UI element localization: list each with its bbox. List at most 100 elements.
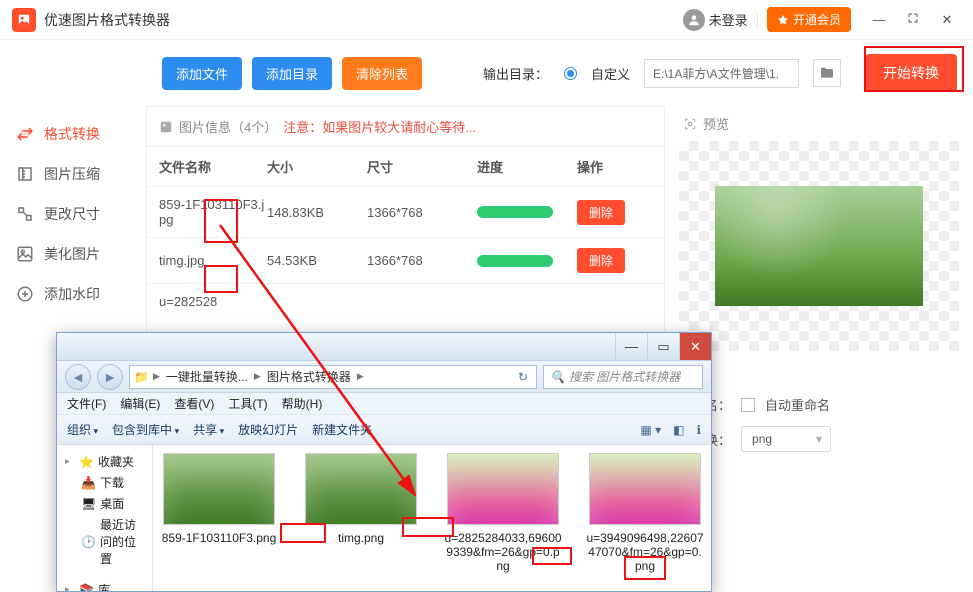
folder-tree: ▸⭐ 收藏夹 📥 下载 🖥 桌面 🕑 最近访问的位置 ▸📚 库	[57, 445, 153, 591]
slideshow-button[interactable]: 放映幻灯片	[238, 421, 298, 438]
settings-title: 设置	[679, 363, 959, 383]
file-label: u=3949096498,2260747070&fm=26&gp=0.png	[585, 531, 705, 573]
panel-info-count: 图片信息（4个）	[179, 117, 277, 136]
beautify-icon	[16, 245, 34, 263]
file-size: 148.83KB	[267, 205, 367, 220]
output-custom-radio[interactable]	[564, 67, 577, 80]
table-header: 文件名称 大小 尺寸 进度 操作	[147, 147, 664, 186]
clear-list-button[interactable]: 清除列表	[342, 57, 422, 90]
sidebar-item-beautify[interactable]: 美化图片	[0, 234, 146, 274]
rename-row: 件命名： 自动重命名	[679, 395, 959, 414]
address-bar[interactable]: 📁 ▶ 一键批量转换... ▶ 图片格式转换器 ▶ ↻	[129, 365, 537, 389]
file-thumbnail	[447, 453, 559, 525]
menu-tools[interactable]: 工具(T)	[228, 395, 267, 412]
organize-button[interactable]: 组织	[67, 421, 98, 438]
format-row: 式转换： png	[679, 426, 959, 452]
progress-cell	[477, 255, 577, 267]
back-button[interactable]: ◄	[65, 364, 91, 390]
menu-help[interactable]: 帮助(H)	[282, 395, 323, 412]
tree-favorites[interactable]: ▸⭐ 收藏夹	[65, 451, 144, 472]
file-item[interactable]: u=3949096498,2260747070&fm=26&gp=0.png	[585, 453, 705, 573]
file-item[interactable]: 859-1F103110F3.png	[159, 453, 279, 545]
menu-file[interactable]: 文件(F)	[67, 395, 106, 412]
auto-rename-label: 自动重命名	[765, 395, 830, 414]
file-label: u=2825284033,696009339&fm=26&gp=0.png	[443, 531, 563, 573]
vip-button[interactable]: 开通会员	[767, 7, 851, 32]
preview-body	[679, 141, 959, 351]
toolbar: 添加文件 添加目录 清除列表 输出目录： 自定义 E:\1A菲方\A文件管理\1…	[0, 40, 973, 106]
preview-pane-button[interactable]: ◧	[673, 423, 684, 437]
menu-view[interactable]: 查看(V)	[174, 395, 214, 412]
help-button[interactable]: ℹ	[696, 423, 701, 437]
sidebar-item-format[interactable]: 格式转换	[0, 114, 146, 154]
explorer-minimize-button[interactable]: —	[615, 333, 647, 360]
titlebar: 优速图片格式转换器 未登录 | 开通会员 — ✕	[0, 0, 973, 40]
separator: |	[756, 12, 759, 27]
explorer-body: ▸⭐ 收藏夹 📥 下载 🖥 桌面 🕑 最近访问的位置 ▸📚 库 859-1F10…	[57, 445, 711, 591]
view-mode-button[interactable]: ▦ ▾	[640, 423, 661, 437]
folder-icon: 📁	[134, 370, 149, 384]
user-avatar-icon[interactable]	[683, 9, 705, 31]
tree-recent[interactable]: 🕑 最近访问的位置	[65, 514, 144, 569]
include-lib-button[interactable]: 包含到库中	[112, 421, 179, 438]
sidebar-item-label: 添加水印	[44, 284, 100, 304]
forward-button[interactable]: ►	[97, 364, 123, 390]
start-convert-button[interactable]: 开始转换	[865, 54, 957, 92]
file-dimensions: 1366*768	[367, 205, 477, 220]
file-grid: 859-1F103110F3.png timg.png u=2825284033…	[153, 445, 711, 591]
preview-header: 预览	[679, 106, 959, 141]
file-item[interactable]: u=2825284033,696009339&fm=26&gp=0.png	[443, 453, 563, 573]
file-label: 859-1F103110F3.png	[159, 531, 279, 545]
output-path-input[interactable]: E:\1A菲方\A文件管理\1.	[644, 59, 799, 88]
file-name: timg.jpg	[159, 253, 267, 268]
table-row: 859-1F103110F3.jpg 148.83KB 1366*768 删除	[147, 186, 664, 237]
progress-bar	[477, 206, 553, 218]
col-op-header: 操作	[577, 157, 652, 176]
share-button[interactable]: 共享	[193, 421, 224, 438]
sidebar-item-watermark[interactable]: 添加水印	[0, 274, 146, 314]
menu-edit[interactable]: 编辑(E)	[120, 395, 160, 412]
delete-button[interactable]: 删除	[577, 200, 625, 225]
explorer-menubar: 文件(F) 编辑(E) 查看(V) 工具(T) 帮助(H)	[57, 393, 711, 415]
explorer-close-button[interactable]: ✕	[679, 333, 711, 360]
explorer-toolbar: 组织 包含到库中 共享 放映幻灯片 新建文件夹 ▦ ▾ ◧ ℹ	[57, 415, 711, 445]
progress-bar	[477, 255, 553, 267]
auto-rename-checkbox[interactable]	[741, 398, 755, 412]
right-panel: 预览 设置 件命名： 自动重命名 式转换： png	[679, 106, 959, 452]
file-label: timg.png	[301, 531, 421, 545]
maximize-button[interactable]	[899, 8, 927, 31]
refresh-button[interactable]: ↻	[514, 370, 532, 384]
tree-desktop[interactable]: 🖥 桌面	[65, 493, 144, 514]
file-item[interactable]: timg.png	[301, 453, 421, 545]
browse-folder-button[interactable]	[813, 59, 841, 87]
add-dir-button[interactable]: 添加目录	[252, 57, 332, 90]
delete-button[interactable]: 删除	[577, 248, 625, 273]
explorer-search-input[interactable]: 🔍搜索 图片格式转换器	[543, 365, 703, 389]
file-thumbnail	[163, 453, 275, 525]
col-size-header: 大小	[267, 157, 367, 176]
explorer-maximize-button[interactable]: ▭	[647, 333, 679, 360]
add-file-button[interactable]: 添加文件	[162, 57, 242, 90]
explorer-titlebar: — ▭ ✕	[57, 333, 711, 361]
close-button[interactable]: ✕	[933, 8, 961, 32]
sidebar-item-label: 格式转换	[44, 124, 100, 144]
login-status[interactable]: 未登录	[709, 10, 748, 29]
vip-label: 开通会员	[793, 11, 841, 28]
sidebar-item-compress[interactable]: 图片压缩	[0, 154, 146, 194]
new-folder-button[interactable]: 新建文件夹	[312, 421, 372, 438]
output-custom-label: 自定义	[591, 64, 630, 83]
sidebar-item-resize[interactable]: 更改尺寸	[0, 194, 146, 234]
tree-downloads[interactable]: 📥 下载	[65, 472, 144, 493]
file-name: 859-1F103110F3.jpg	[159, 197, 267, 227]
sidebar-item-label: 图片压缩	[44, 164, 100, 184]
explorer-navbar: ◄ ► 📁 ▶ 一键批量转换... ▶ 图片格式转换器 ▶ ↻ 🔍搜索 图片格式…	[57, 361, 711, 393]
explorer-window: — ▭ ✕ ◄ ► 📁 ▶ 一键批量转换... ▶ 图片格式转换器 ▶ ↻ 🔍搜…	[56, 332, 712, 592]
tree-library[interactable]: ▸📚 库	[65, 579, 144, 591]
preview-title: 预览	[703, 114, 729, 133]
breadcrumb[interactable]: 一键批量转换...	[162, 368, 252, 385]
file-name: u=282528	[159, 294, 267, 309]
breadcrumb[interactable]: 图片格式转换器	[263, 368, 355, 385]
format-convert-icon	[16, 125, 34, 143]
minimize-button[interactable]: —	[865, 8, 893, 31]
format-select[interactable]: png	[741, 426, 831, 452]
